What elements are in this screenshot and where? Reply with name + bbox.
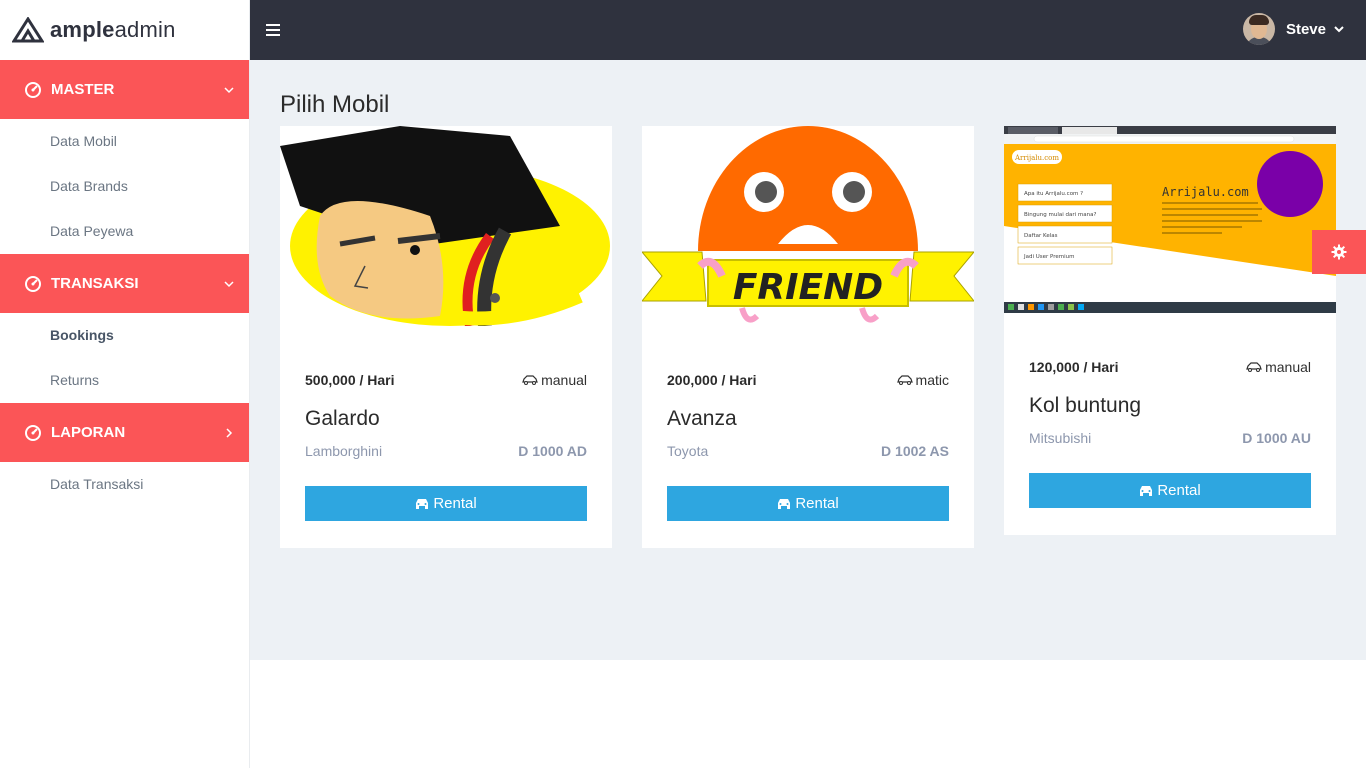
page-title: Pilih Mobil — [280, 91, 390, 118]
car-name: Kol buntung — [1029, 394, 1142, 417]
menu-section-label: MASTER — [51, 81, 115, 98]
menu-section-master[interactable]: MASTER — [0, 60, 249, 119]
chevron-down-icon — [224, 280, 234, 287]
brand-logo[interactable]: ampleadmin — [0, 0, 249, 60]
dashboard-icon — [25, 81, 41, 98]
menu-section-label: LAPORAN — [51, 424, 126, 441]
car-price: 120,000 / Hari — [1029, 359, 1119, 375]
chevron-right-icon — [226, 427, 233, 438]
sidebar-item-data-mobil[interactable]: Data Mobil — [0, 119, 249, 164]
car-icon — [1246, 362, 1262, 372]
car-brand: Mitsubishi — [1029, 430, 1092, 446]
rental-button[interactable]: Rental — [667, 486, 949, 521]
menu-section-label: TRANSAKSI — [51, 275, 139, 292]
brand-name: ampleadmin — [50, 17, 176, 42]
car-card: 500,000 / Hari manual Galardo Lamborghin… — [280, 126, 612, 548]
hamburger-icon[interactable] — [266, 24, 280, 36]
arrijalu-menu-item: Daftar Kelas — [1024, 233, 1058, 239]
sidebar: ampleadmin MASTER Data Mobil Data Brands… — [0, 0, 250, 768]
sidebar-item-data-transaksi[interactable]: Data Transaksi — [0, 462, 249, 507]
topbar: Steve — [250, 0, 1366, 60]
car-image-avanza: FRIEND — [642, 126, 974, 326]
car-card: FRIEND 200,000 / Hari matic Avanza Toyot… — [642, 126, 974, 548]
sidebar-item-data-brands[interactable]: Data Brands — [0, 164, 249, 209]
car-transmission: manual — [1246, 359, 1311, 375]
car-transmission: manual — [522, 372, 587, 388]
rental-button[interactable]: Rental — [305, 486, 587, 521]
arrijalu-menu-item: Jadi User Premium — [1023, 254, 1075, 260]
menu-section-laporan[interactable]: LAPORAN — [0, 403, 249, 462]
car-brand: Lamborghini — [305, 443, 383, 459]
arrijalu-menu-item: Apa itu Arrijalu.com ? — [1024, 191, 1083, 197]
car-name: Galardo — [305, 407, 380, 430]
car-icon — [522, 375, 538, 385]
dashboard-icon — [25, 424, 41, 441]
car-icon — [778, 499, 791, 509]
arrijalu-menu-item: Bingung mulai dari mana? — [1024, 212, 1096, 218]
rental-button[interactable]: Rental — [1029, 473, 1311, 508]
username: Steve — [1285, 20, 1326, 38]
car-icon — [1140, 486, 1153, 496]
car-name: Avanza — [667, 407, 737, 430]
friend-banner-text: FRIEND — [733, 267, 883, 308]
car-card: Arrijalu.com Arrijalu.com Apa itu Arrija… — [1004, 126, 1336, 535]
car-icon — [416, 499, 429, 509]
arrijalu-logo-text: Arrijalu.com — [1014, 154, 1059, 162]
menu-section-transaksi[interactable]: TRANSAKSI — [0, 254, 249, 313]
car-plate: D 1002 AS — [881, 443, 949, 459]
car-price: 500,000 / Hari — [305, 372, 395, 388]
car-plate: D 1000 AU — [1242, 430, 1311, 446]
dashboard-icon — [25, 275, 41, 292]
main-content: Pilih Mobil 500,000 / Hari manual Galard… — [250, 60, 1366, 660]
user-menu[interactable]: Steve — [1242, 13, 1344, 45]
gear-icon — [1331, 244, 1347, 260]
car-transmission: matic — [896, 372, 949, 388]
footer-area — [250, 660, 1366, 768]
car-plate: D 1000 AD — [518, 443, 587, 459]
chevron-down-icon — [224, 86, 234, 93]
car-brand: Toyota — [667, 443, 709, 459]
sidebar-item-bookings[interactable]: Bookings — [0, 313, 249, 358]
chevron-down-icon — [1334, 26, 1344, 33]
car-icon — [896, 375, 913, 385]
sidebar-item-returns[interactable]: Returns — [0, 358, 249, 403]
car-image-kol-buntung: Arrijalu.com Arrijalu.com Apa itu Arrija… — [1004, 126, 1336, 313]
settings-toggle[interactable] — [1312, 230, 1366, 274]
sidebar-item-data-peyewa[interactable]: Data Peyewa — [0, 209, 249, 254]
car-price: 200,000 / Hari — [667, 372, 757, 388]
logo-icon — [12, 17, 44, 43]
arrijalu-heading: Arrijalu.com — [1162, 185, 1249, 199]
car-image-galardo — [280, 126, 612, 326]
avatar — [1242, 13, 1275, 45]
